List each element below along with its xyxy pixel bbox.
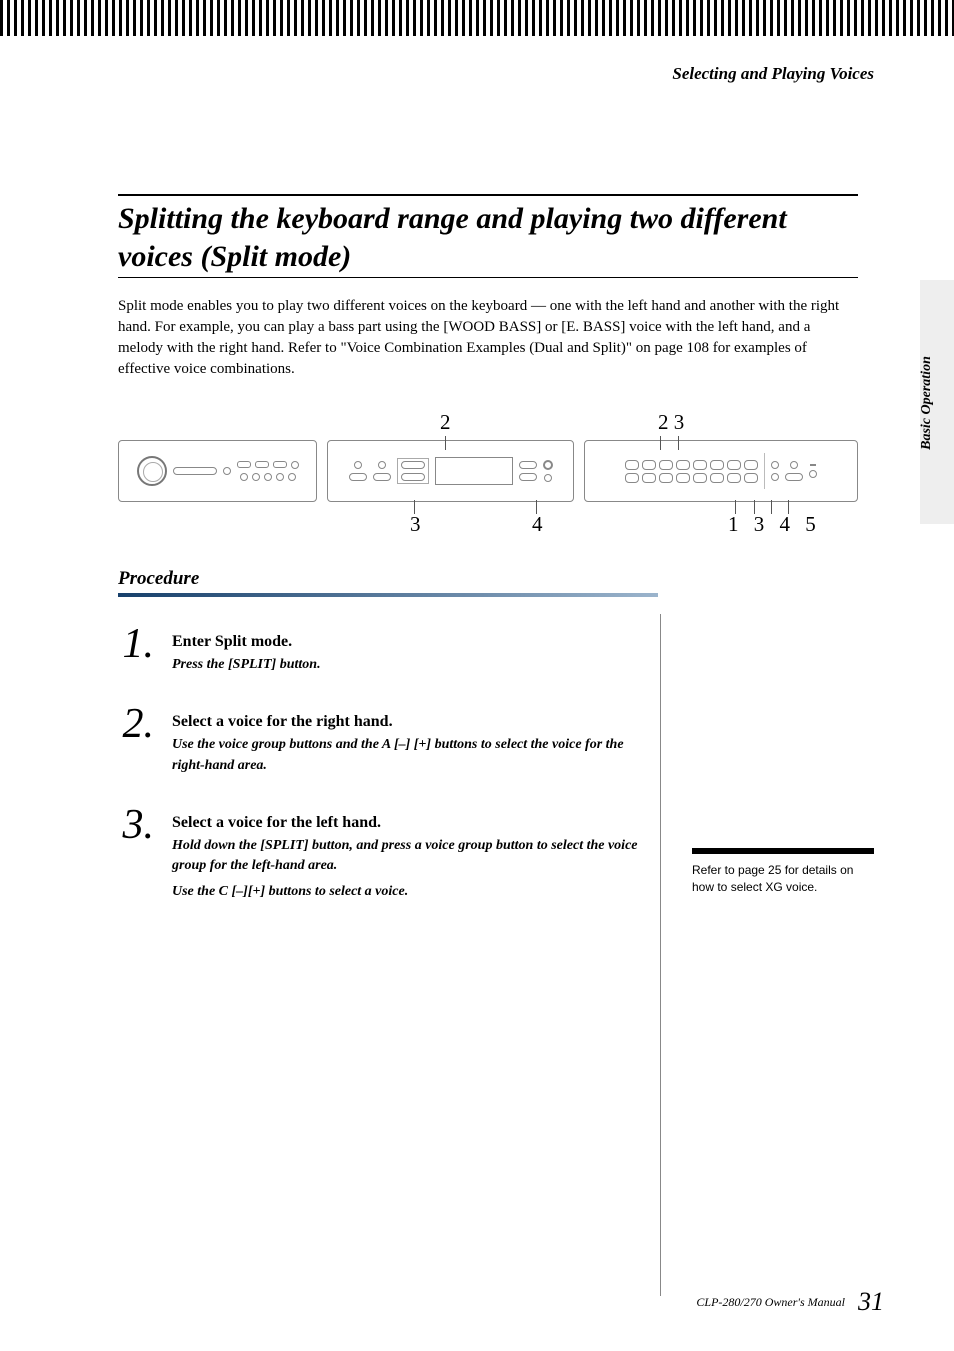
callout-row-bottom: 3 4 1 3 4 5 — [118, 502, 858, 532]
title-top-rule — [118, 194, 858, 196]
manual-title: CLP-280/270 Owner's Manual — [696, 1295, 845, 1309]
panel-segment-left — [118, 440, 317, 502]
voice-buttons-grid-icon — [625, 460, 758, 483]
dot-icon — [223, 467, 231, 475]
panel-diagram: 2 2 3 — [118, 410, 858, 532]
callout-row-top: 2 2 3 — [118, 410, 858, 440]
page-number: 31 — [858, 1287, 884, 1316]
step-instruction: Press the [SPLIT] button. — [172, 655, 658, 675]
intro-paragraph: Split mode enables you to play two diffe… — [118, 296, 858, 380]
vertical-divider — [660, 614, 661, 1296]
step-instruction: Use the voice group buttons and the A [–… — [172, 735, 658, 776]
step-title: Select a voice for the left hand. — [172, 814, 658, 832]
procedure-steps: 1. Enter Split mode. Press the [SPLIT] b… — [118, 623, 658, 903]
slider-icon — [173, 467, 217, 475]
procedure-heading: Procedure — [118, 568, 874, 590]
step-title: Enter Split mode. — [172, 633, 658, 651]
step-3: 3. Select a voice for the left hand. Hol… — [118, 804, 658, 903]
page-footer: CLP-280/270 Owner's Manual 31 — [696, 1287, 884, 1317]
step-number: 2. — [118, 703, 154, 776]
control-panel — [118, 440, 858, 502]
step-1: 1. Enter Split mode. Press the [SPLIT] b… — [118, 623, 658, 675]
callout-3-bottom: 3 — [410, 512, 421, 537]
section-header: Selecting and Playing Voices — [0, 36, 954, 84]
side-tab-label: Basic Operation — [919, 356, 935, 450]
callout-1345-bottom: 1 3 4 5 — [728, 512, 821, 537]
boxed-buttons-icon — [397, 458, 429, 484]
step-title: Select a voice for the right hand. — [172, 713, 658, 731]
volume-knob-icon — [137, 456, 167, 486]
page-title: Splitting the keyboard range and playing… — [118, 200, 858, 278]
step-instruction: Hold down the [SPLIT] button, and press … — [172, 836, 658, 877]
callout-4-bottom: 4 — [532, 512, 543, 537]
step-number: 1. — [118, 623, 154, 675]
panel-segment-center — [327, 440, 574, 502]
note-text: Refer to page 25 for details on how to s… — [692, 862, 874, 897]
barcode-decoration — [0, 0, 954, 36]
callout-23-top: 2 3 — [658, 410, 684, 435]
step-number: 3. — [118, 804, 154, 903]
step-instruction-2: Use the C [–][+] buttons to select a voi… — [172, 882, 658, 902]
display-screen-icon — [435, 457, 513, 485]
procedure-rule — [118, 593, 658, 597]
sidebar-note: Refer to page 25 for details on how to s… — [692, 848, 874, 897]
callout-2-top: 2 — [440, 410, 451, 435]
step-2: 2. Select a voice for the right hand. Us… — [118, 703, 658, 776]
note-bar — [692, 848, 874, 854]
side-tab: Basic Operation — [920, 280, 954, 524]
panel-segment-right — [584, 440, 858, 502]
